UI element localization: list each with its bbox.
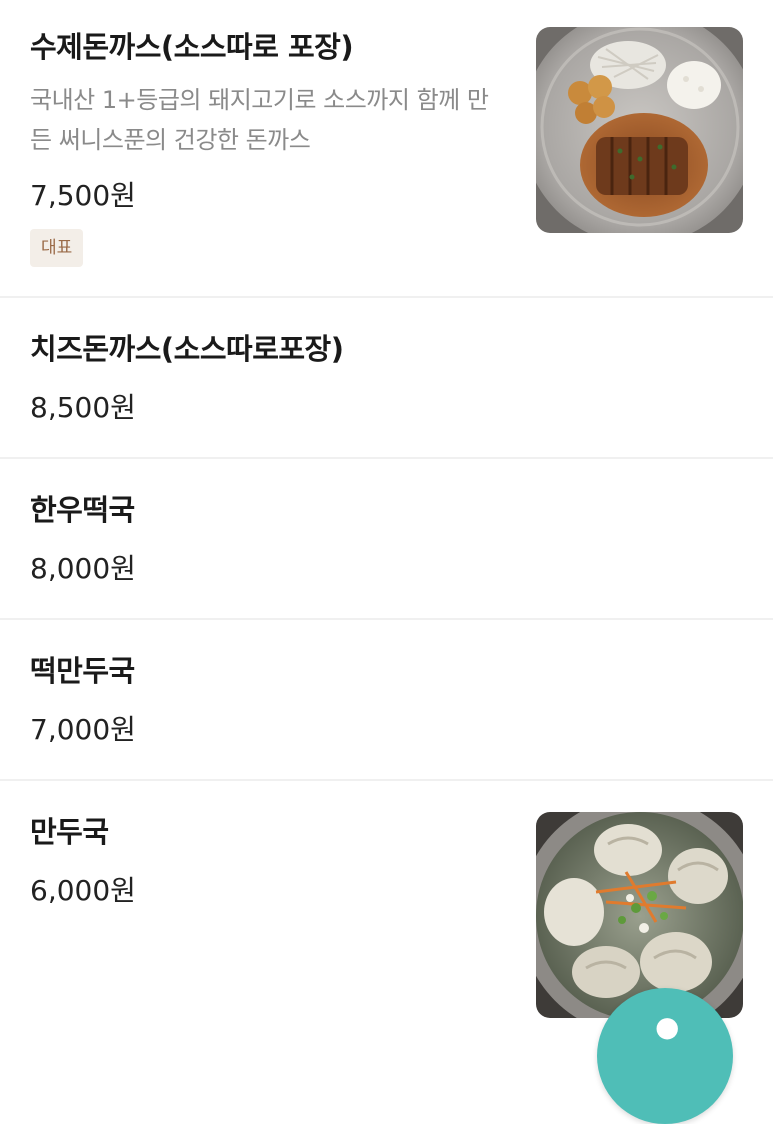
menu-item-price: 8,500원 [30, 391, 136, 424]
menu-item-name: 만두국 [30, 815, 109, 849]
menu-list: 수제돈까스(소스따로 포장) 국내산 1+등급의 돼지고기로 소스까지 함께 만… [0, 0, 773, 1051]
menu-item[interactable]: 떡만두국 7,000원 [0, 620, 773, 781]
menu-item-description: 국내산 1+등급의 돼지고기로 소스까지 함께 만든 써니스푼의 건강한 돈까스 [30, 86, 489, 154]
menu-item[interactable]: 치즈돈까스(소스따로포장) 8,500원 [0, 298, 773, 459]
menu-item[interactable]: 한우떡국 8,000원 [0, 459, 773, 620]
cart-button[interactable]: ● [597, 988, 733, 1124]
menu-item-name: 치즈돈까스(소스따로포장) [30, 332, 344, 366]
pork-cutlet-photo[interactable] [536, 27, 743, 233]
menu-item-name: 떡만두국 [30, 654, 135, 688]
cart-icon: ● [655, 1010, 680, 1043]
menu-item-name: 한우떡국 [30, 493, 135, 527]
menu-item-price: 8,000원 [30, 552, 136, 585]
menu-item[interactable]: 수제돈까스(소스따로 포장) 국내산 1+등급의 돼지고기로 소스까지 함께 만… [0, 0, 773, 298]
dumpling-soup-photo[interactable] [536, 812, 743, 1018]
menu-item-price: 7,500원 [30, 179, 136, 212]
menu-item-name: 수제돈까스(소스따로 포장) [30, 30, 354, 64]
menu-item-price: 6,000원 [30, 874, 136, 907]
signature-badge: 대표 [30, 229, 84, 267]
menu-item-price: 7,000원 [30, 713, 136, 746]
